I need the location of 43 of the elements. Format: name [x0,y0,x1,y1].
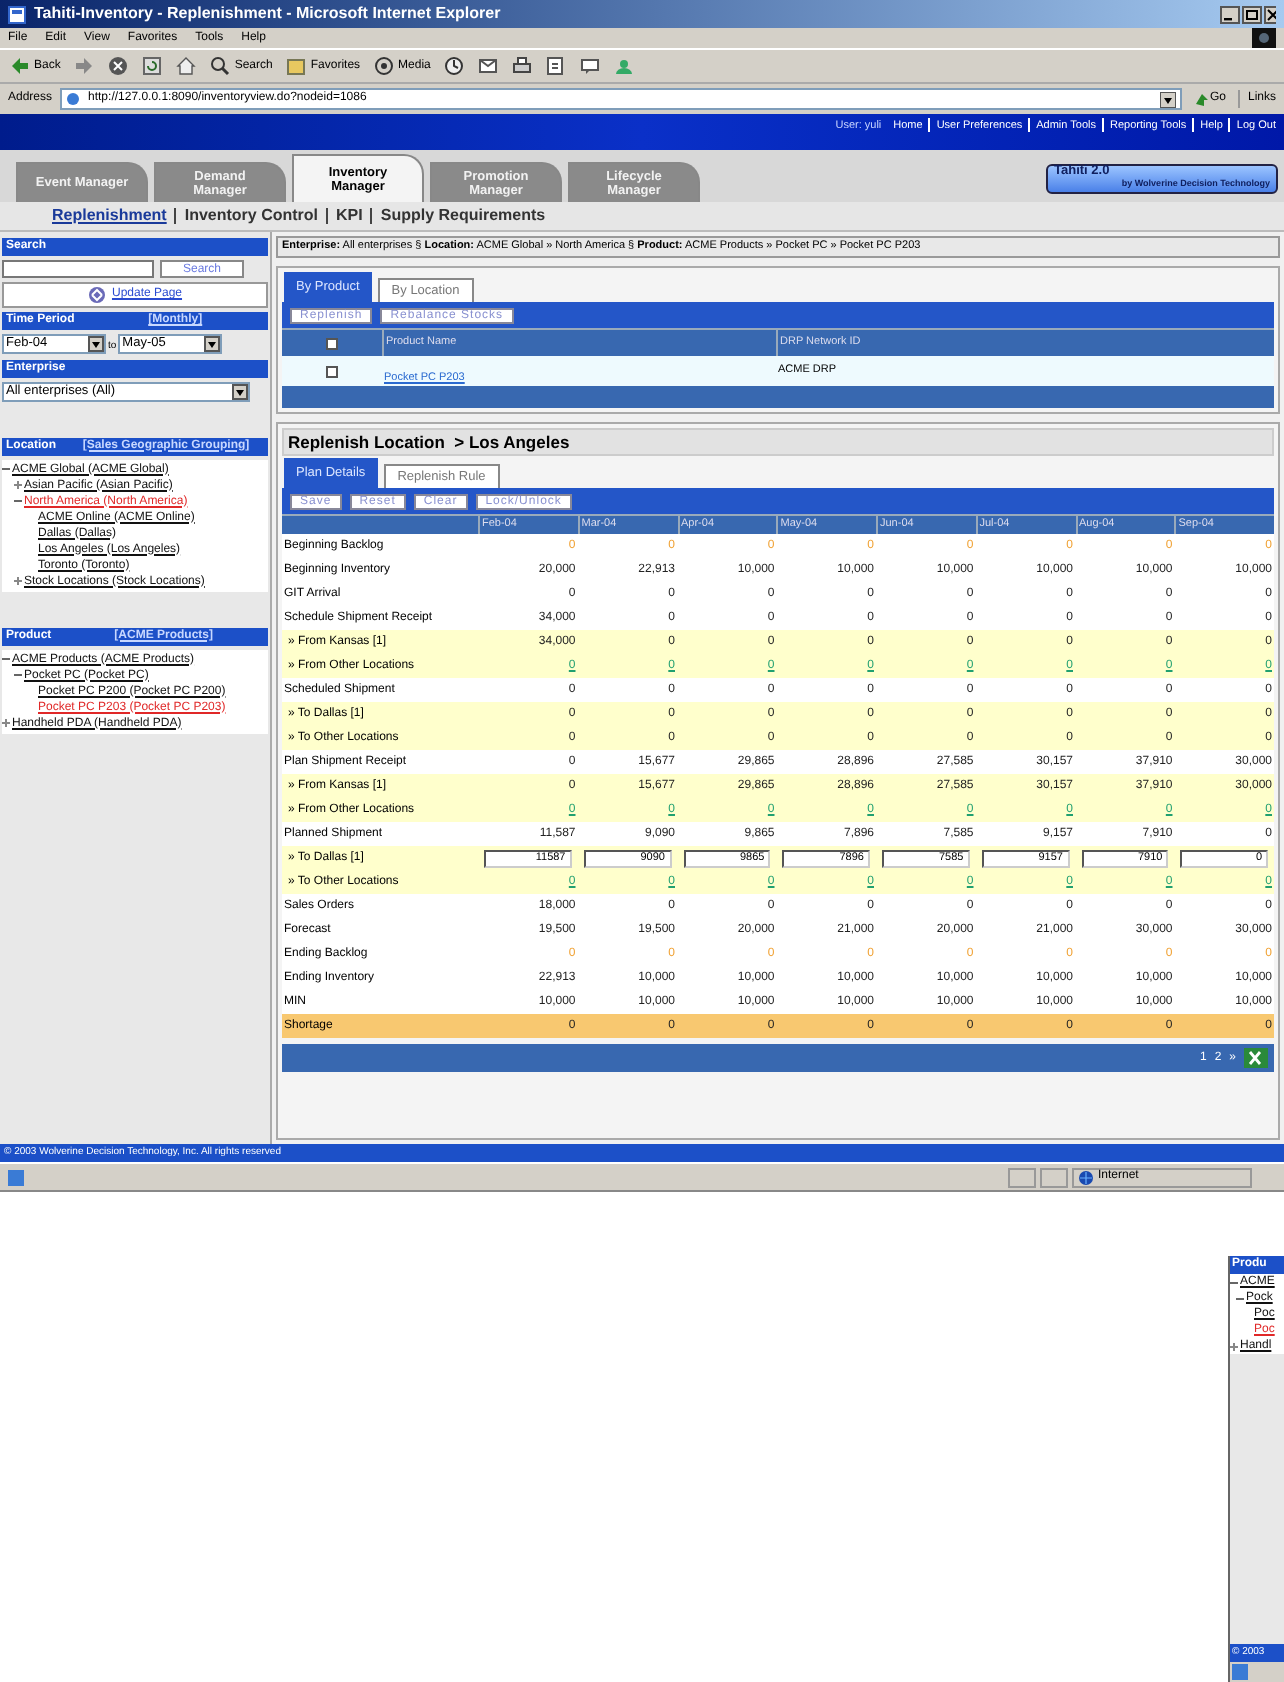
expand-icon[interactable] [2,718,10,728]
expand-icon[interactable] [14,480,22,490]
browser-logo-icon [1252,28,1276,48]
back-arrow-icon [10,56,30,76]
disc-icon [374,56,395,76]
maximize-icon [1242,5,1262,23]
expand-icon[interactable] [1230,1341,1238,1351]
checkbox[interactable] [326,365,338,377]
search-icon [210,56,231,76]
page-icon [66,92,81,106]
subnav-link[interactable]: Inventory Control [184,204,319,228]
speech-bubble-icon[interactable] [580,56,601,76]
page-icon [8,5,26,23]
stop-icon[interactable] [108,56,129,76]
close-icon [1264,5,1276,23]
panel-title: Replenish Location > Los Angeles [288,429,570,455]
collapse-icon[interactable] [1230,1277,1238,1287]
subnav-link[interactable]: KPI [336,204,363,228]
home-icon[interactable] [176,56,197,76]
globe-icon [1078,1169,1094,1185]
page-icon [8,1169,24,1185]
printer-icon[interactable] [512,56,533,76]
document-icon[interactable] [546,56,567,76]
subnav-link[interactable]: Supply Requirements [380,204,546,228]
minimize-icon [1220,5,1240,23]
status-panel [1008,1167,1036,1187]
refresh-icon[interactable] [142,56,163,76]
window-title: Tahiti-Inventory - Replenishment - Microsoft Internet Explorer [34,2,501,26]
dropdown-arrow-icon [1159,91,1176,107]
clock-icon[interactable] [444,56,465,76]
folder-icon [286,56,307,76]
spreadsheet-icon[interactable] [1244,1048,1268,1068]
arrow-icon [1193,92,1208,106]
dropdown-arrow-icon [88,336,104,353]
dropdown-arrow-icon [232,383,248,399]
checkbox[interactable] [326,337,338,349]
expand-icon[interactable] [14,576,22,586]
page-icon [1232,1664,1248,1680]
subnav-link[interactable]: Replenishment [52,204,167,228]
status-panel [1040,1167,1068,1187]
envelope-icon[interactable] [478,56,499,76]
dropdown-arrow-icon [204,336,221,353]
search-field[interactable] [2,260,154,278]
